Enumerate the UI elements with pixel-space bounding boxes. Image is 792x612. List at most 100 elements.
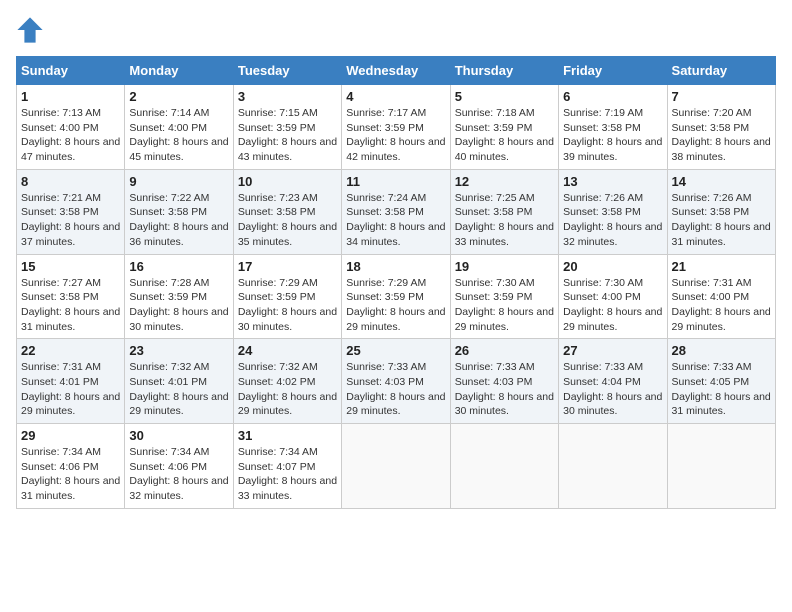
- cell-info: Sunrise: 7:19 AMSunset: 3:58 PMDaylight:…: [563, 107, 662, 163]
- day-number: 19: [455, 259, 554, 274]
- calendar-cell: [667, 424, 775, 509]
- cell-info: Sunrise: 7:31 AMSunset: 4:00 PMDaylight:…: [672, 277, 771, 333]
- header: [16, 16, 776, 44]
- calendar-cell: 28 Sunrise: 7:33 AMSunset: 4:05 PMDaylig…: [667, 339, 775, 424]
- weekday-wednesday: Wednesday: [342, 57, 450, 85]
- day-number: 5: [455, 89, 554, 104]
- cell-info: Sunrise: 7:20 AMSunset: 3:58 PMDaylight:…: [672, 107, 771, 163]
- day-number: 21: [672, 259, 771, 274]
- week-row-1: 1 Sunrise: 7:13 AMSunset: 4:00 PMDayligh…: [17, 85, 776, 170]
- day-number: 11: [346, 174, 445, 189]
- day-number: 6: [563, 89, 662, 104]
- weekday-sunday: Sunday: [17, 57, 125, 85]
- day-number: 16: [129, 259, 228, 274]
- cell-info: Sunrise: 7:21 AMSunset: 3:58 PMDaylight:…: [21, 192, 120, 248]
- calendar-cell: 29 Sunrise: 7:34 AMSunset: 4:06 PMDaylig…: [17, 424, 125, 509]
- calendar-cell: 19 Sunrise: 7:30 AMSunset: 3:59 PMDaylig…: [450, 254, 558, 339]
- cell-info: Sunrise: 7:33 AMSunset: 4:04 PMDaylight:…: [563, 361, 662, 417]
- cell-info: Sunrise: 7:32 AMSunset: 4:02 PMDaylight:…: [238, 361, 337, 417]
- day-number: 2: [129, 89, 228, 104]
- day-number: 28: [672, 343, 771, 358]
- weekday-tuesday: Tuesday: [233, 57, 341, 85]
- cell-info: Sunrise: 7:13 AMSunset: 4:00 PMDaylight:…: [21, 107, 120, 163]
- weekday-thursday: Thursday: [450, 57, 558, 85]
- day-number: 3: [238, 89, 337, 104]
- logo: [16, 16, 48, 44]
- week-row-5: 29 Sunrise: 7:34 AMSunset: 4:06 PMDaylig…: [17, 424, 776, 509]
- cell-info: Sunrise: 7:17 AMSunset: 3:59 PMDaylight:…: [346, 107, 445, 163]
- day-number: 18: [346, 259, 445, 274]
- cell-info: Sunrise: 7:31 AMSunset: 4:01 PMDaylight:…: [21, 361, 120, 417]
- week-row-3: 15 Sunrise: 7:27 AMSunset: 3:58 PMDaylig…: [17, 254, 776, 339]
- calendar-cell: 18 Sunrise: 7:29 AMSunset: 3:59 PMDaylig…: [342, 254, 450, 339]
- day-number: 20: [563, 259, 662, 274]
- day-number: 9: [129, 174, 228, 189]
- cell-info: Sunrise: 7:33 AMSunset: 4:03 PMDaylight:…: [455, 361, 554, 417]
- day-number: 10: [238, 174, 337, 189]
- day-number: 7: [672, 89, 771, 104]
- day-number: 25: [346, 343, 445, 358]
- calendar-table: SundayMondayTuesdayWednesdayThursdayFrid…: [16, 56, 776, 509]
- cell-info: Sunrise: 7:27 AMSunset: 3:58 PMDaylight:…: [21, 277, 120, 333]
- day-number: 8: [21, 174, 120, 189]
- calendar-cell: 16 Sunrise: 7:28 AMSunset: 3:59 PMDaylig…: [125, 254, 233, 339]
- cell-info: Sunrise: 7:28 AMSunset: 3:59 PMDaylight:…: [129, 277, 228, 333]
- day-number: 14: [672, 174, 771, 189]
- day-number: 17: [238, 259, 337, 274]
- calendar-cell: 15 Sunrise: 7:27 AMSunset: 3:58 PMDaylig…: [17, 254, 125, 339]
- day-number: 27: [563, 343, 662, 358]
- calendar-cell: 2 Sunrise: 7:14 AMSunset: 4:00 PMDayligh…: [125, 85, 233, 170]
- calendar-cell: 24 Sunrise: 7:32 AMSunset: 4:02 PMDaylig…: [233, 339, 341, 424]
- week-row-2: 8 Sunrise: 7:21 AMSunset: 3:58 PMDayligh…: [17, 169, 776, 254]
- day-number: 12: [455, 174, 554, 189]
- calendar-cell: 5 Sunrise: 7:18 AMSunset: 3:59 PMDayligh…: [450, 85, 558, 170]
- calendar-cell: 17 Sunrise: 7:29 AMSunset: 3:59 PMDaylig…: [233, 254, 341, 339]
- calendar-cell: 10 Sunrise: 7:23 AMSunset: 3:58 PMDaylig…: [233, 169, 341, 254]
- weekday-friday: Friday: [559, 57, 667, 85]
- day-number: 23: [129, 343, 228, 358]
- calendar-cell: 11 Sunrise: 7:24 AMSunset: 3:58 PMDaylig…: [342, 169, 450, 254]
- calendar-cell: 21 Sunrise: 7:31 AMSunset: 4:00 PMDaylig…: [667, 254, 775, 339]
- calendar-cell: 20 Sunrise: 7:30 AMSunset: 4:00 PMDaylig…: [559, 254, 667, 339]
- logo-icon: [16, 16, 44, 44]
- cell-info: Sunrise: 7:15 AMSunset: 3:59 PMDaylight:…: [238, 107, 337, 163]
- calendar-cell: 26 Sunrise: 7:33 AMSunset: 4:03 PMDaylig…: [450, 339, 558, 424]
- weekday-monday: Monday: [125, 57, 233, 85]
- cell-info: Sunrise: 7:34 AMSunset: 4:06 PMDaylight:…: [21, 446, 120, 502]
- cell-info: Sunrise: 7:34 AMSunset: 4:06 PMDaylight:…: [129, 446, 228, 502]
- calendar-cell: 22 Sunrise: 7:31 AMSunset: 4:01 PMDaylig…: [17, 339, 125, 424]
- cell-info: Sunrise: 7:26 AMSunset: 3:58 PMDaylight:…: [672, 192, 771, 248]
- cell-info: Sunrise: 7:18 AMSunset: 3:59 PMDaylight:…: [455, 107, 554, 163]
- calendar-cell: [342, 424, 450, 509]
- day-number: 24: [238, 343, 337, 358]
- calendar-cell: 14 Sunrise: 7:26 AMSunset: 3:58 PMDaylig…: [667, 169, 775, 254]
- day-number: 30: [129, 428, 228, 443]
- week-row-4: 22 Sunrise: 7:31 AMSunset: 4:01 PMDaylig…: [17, 339, 776, 424]
- cell-info: Sunrise: 7:30 AMSunset: 4:00 PMDaylight:…: [563, 277, 662, 333]
- calendar-cell: 31 Sunrise: 7:34 AMSunset: 4:07 PMDaylig…: [233, 424, 341, 509]
- cell-info: Sunrise: 7:33 AMSunset: 4:03 PMDaylight:…: [346, 361, 445, 417]
- calendar-cell: 9 Sunrise: 7:22 AMSunset: 3:58 PMDayligh…: [125, 169, 233, 254]
- day-number: 29: [21, 428, 120, 443]
- calendar-body: 1 Sunrise: 7:13 AMSunset: 4:00 PMDayligh…: [17, 85, 776, 509]
- weekday-saturday: Saturday: [667, 57, 775, 85]
- cell-info: Sunrise: 7:24 AMSunset: 3:58 PMDaylight:…: [346, 192, 445, 248]
- cell-info: Sunrise: 7:26 AMSunset: 3:58 PMDaylight:…: [563, 192, 662, 248]
- calendar-cell: 25 Sunrise: 7:33 AMSunset: 4:03 PMDaylig…: [342, 339, 450, 424]
- calendar-cell: [559, 424, 667, 509]
- cell-info: Sunrise: 7:32 AMSunset: 4:01 PMDaylight:…: [129, 361, 228, 417]
- cell-info: Sunrise: 7:33 AMSunset: 4:05 PMDaylight:…: [672, 361, 771, 417]
- calendar-cell: 3 Sunrise: 7:15 AMSunset: 3:59 PMDayligh…: [233, 85, 341, 170]
- day-number: 26: [455, 343, 554, 358]
- cell-info: Sunrise: 7:25 AMSunset: 3:58 PMDaylight:…: [455, 192, 554, 248]
- calendar-cell: 13 Sunrise: 7:26 AMSunset: 3:58 PMDaylig…: [559, 169, 667, 254]
- cell-info: Sunrise: 7:29 AMSunset: 3:59 PMDaylight:…: [346, 277, 445, 333]
- day-number: 1: [21, 89, 120, 104]
- day-number: 31: [238, 428, 337, 443]
- cell-info: Sunrise: 7:29 AMSunset: 3:59 PMDaylight:…: [238, 277, 337, 333]
- cell-info: Sunrise: 7:14 AMSunset: 4:00 PMDaylight:…: [129, 107, 228, 163]
- day-number: 13: [563, 174, 662, 189]
- day-number: 4: [346, 89, 445, 104]
- cell-info: Sunrise: 7:34 AMSunset: 4:07 PMDaylight:…: [238, 446, 337, 502]
- calendar-cell: 12 Sunrise: 7:25 AMSunset: 3:58 PMDaylig…: [450, 169, 558, 254]
